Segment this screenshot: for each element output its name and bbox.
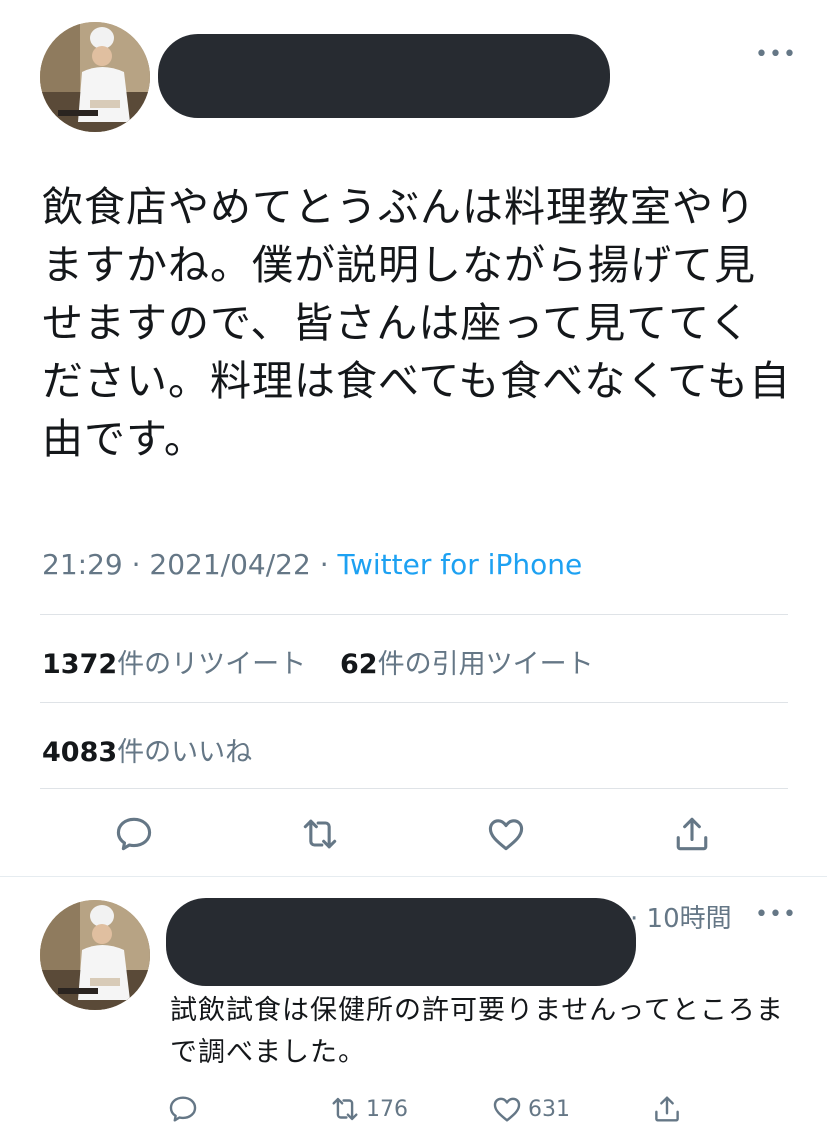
meta-separator: ·	[319, 548, 338, 581]
like-stats[interactable]: 4083件のいいね	[42, 730, 252, 769]
author-avatar[interactable]	[40, 22, 150, 132]
quote-count: 62	[340, 649, 378, 680]
quote-label: 件の引用ツイート	[377, 649, 594, 680]
redacted-author-name	[158, 34, 610, 118]
reply-like-button[interactable]: 631	[490, 1092, 570, 1126]
divider	[40, 788, 788, 789]
like-label: 件のいいね	[117, 737, 253, 768]
retweet-button[interactable]	[298, 812, 342, 856]
redacted-reply-author-name	[166, 898, 636, 986]
reply-reply-button[interactable]	[166, 1092, 200, 1126]
like-count: 4083	[42, 737, 118, 768]
divider	[0, 876, 827, 877]
quote-stats[interactable]: 62件の引用ツイート	[340, 642, 594, 681]
more-dots-icon[interactable]: •••	[755, 904, 797, 926]
tweet-date: 2021/04/22	[149, 548, 311, 581]
reply-text: 試飲試食は保健所の許可要りませんってところまで調べました。	[170, 995, 784, 1068]
comment-icon	[116, 817, 152, 851]
meta-separator: ·	[131, 548, 150, 581]
share-icon	[676, 817, 708, 851]
tweet-time: 21:29	[42, 548, 123, 581]
tweet-meta: 21:29 · 2021/04/22 · Twitter for iPhone	[42, 548, 582, 581]
more-dots-icon[interactable]: •••	[755, 44, 797, 66]
tweet-source-link[interactable]: Twitter for iPhone	[338, 548, 583, 581]
share-button[interactable]	[670, 812, 714, 856]
retweet-label: 件のリツイート	[117, 649, 307, 680]
retweet-count: 1372	[42, 649, 118, 680]
heart-icon	[488, 819, 524, 851]
reply-button[interactable]	[112, 812, 156, 856]
reply-retweet-count: 176	[366, 1096, 408, 1122]
reply-author-avatar[interactable]	[40, 900, 150, 1010]
comment-icon	[169, 1096, 197, 1122]
reply-share-button[interactable]	[650, 1092, 684, 1126]
reply-like-count: 631	[528, 1096, 570, 1122]
tweet-text: 飲食店やめてとうぶんは料理教室やりますかね。僕が説明しながら揚げて見せますので、…	[42, 183, 792, 463]
reply-retweet-button[interactable]: 176	[328, 1092, 408, 1126]
retweet-icon	[303, 819, 337, 849]
divider	[40, 614, 788, 615]
reply-time: · 10時間	[630, 904, 732, 934]
heart-icon	[493, 1097, 521, 1122]
retweet-stats[interactable]: 1372件のリツイート	[42, 642, 306, 681]
retweet-icon	[332, 1097, 358, 1121]
divider	[40, 702, 788, 703]
like-button[interactable]	[484, 812, 528, 856]
share-icon	[655, 1096, 679, 1122]
